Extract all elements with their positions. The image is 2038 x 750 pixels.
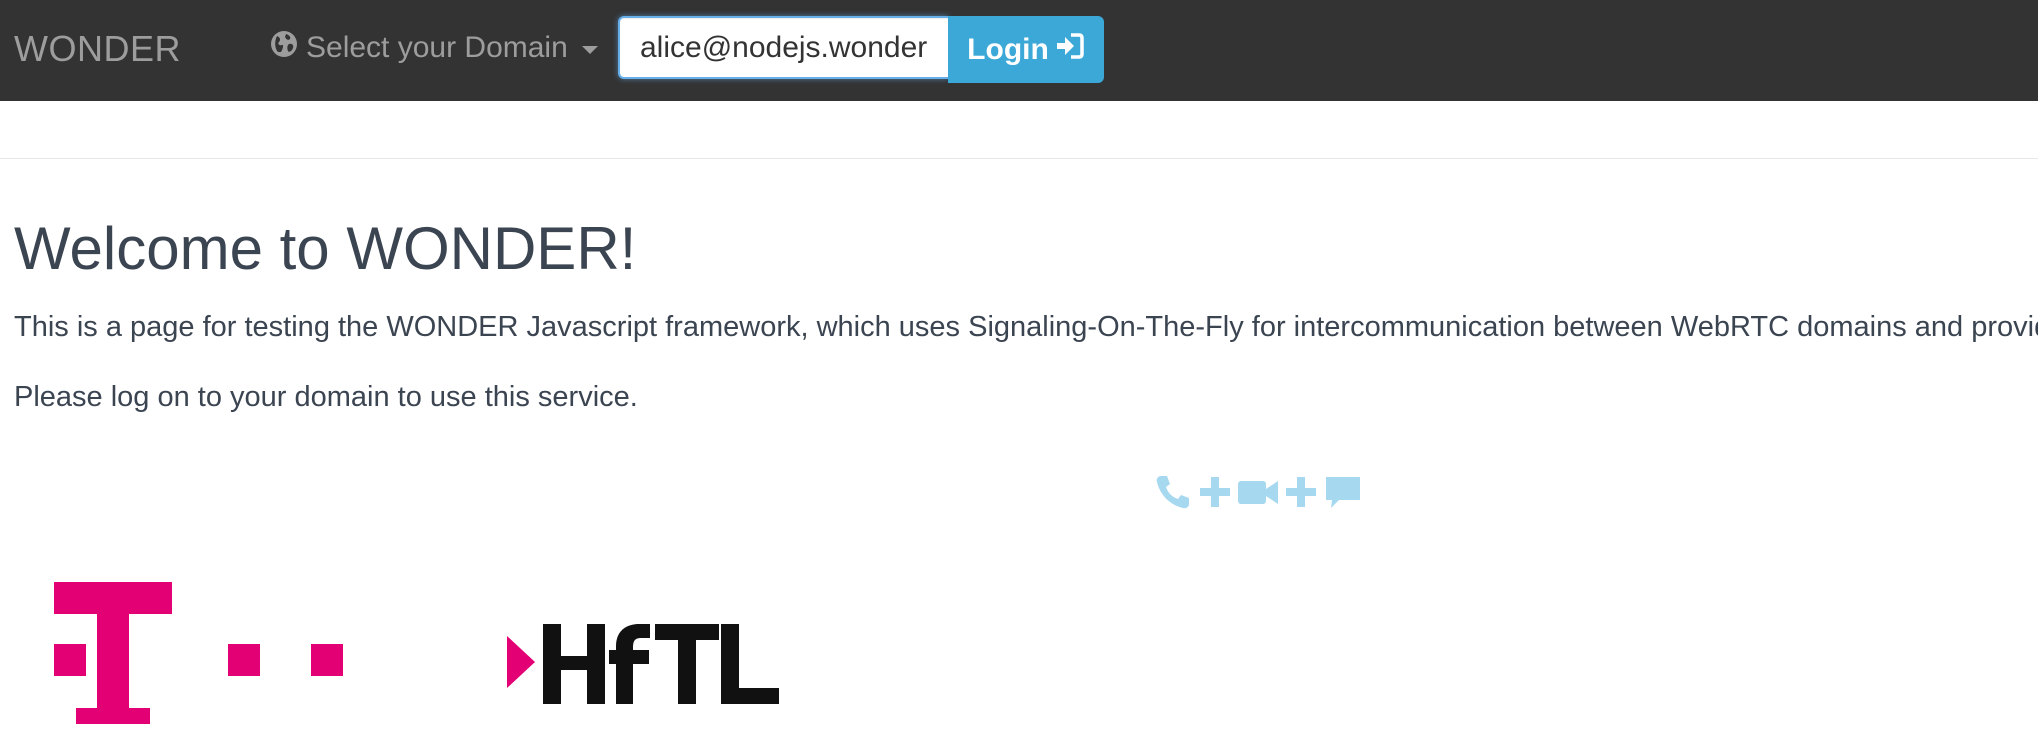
- globe-icon: [270, 30, 298, 66]
- telekom-logo: [54, 582, 344, 729]
- intro-text: This is a page for testing the WONDER Ja…: [14, 311, 2038, 343]
- plus-icon: [1283, 474, 1319, 510]
- instruction-text: Please log on to your domain to use this…: [14, 381, 638, 413]
- email-input[interactable]: [618, 16, 948, 79]
- login-form: Login: [618, 16, 1104, 83]
- hftl-logo: [505, 606, 780, 711]
- login-button-label: Login: [967, 32, 1049, 66]
- caret-down-icon: [581, 46, 598, 54]
- page-title: Welcome to WONDER!: [14, 215, 637, 282]
- feature-icons: [1153, 472, 1363, 512]
- sign-in-icon: [1055, 32, 1085, 68]
- video-camera-icon: [1237, 474, 1279, 510]
- navbar: WONDER Select your Domain Login: [0, 0, 2038, 101]
- plus-icon: [1197, 474, 1233, 510]
- domain-select-label: Select your Domain: [306, 31, 568, 64]
- chat-bubble-icon: [1323, 472, 1363, 512]
- login-button[interactable]: Login: [948, 16, 1104, 83]
- brand-logo[interactable]: WONDER: [14, 28, 181, 70]
- domain-select-dropdown[interactable]: Select your Domain: [270, 30, 598, 66]
- phone-icon: [1153, 472, 1193, 512]
- divider: [0, 158, 2038, 159]
